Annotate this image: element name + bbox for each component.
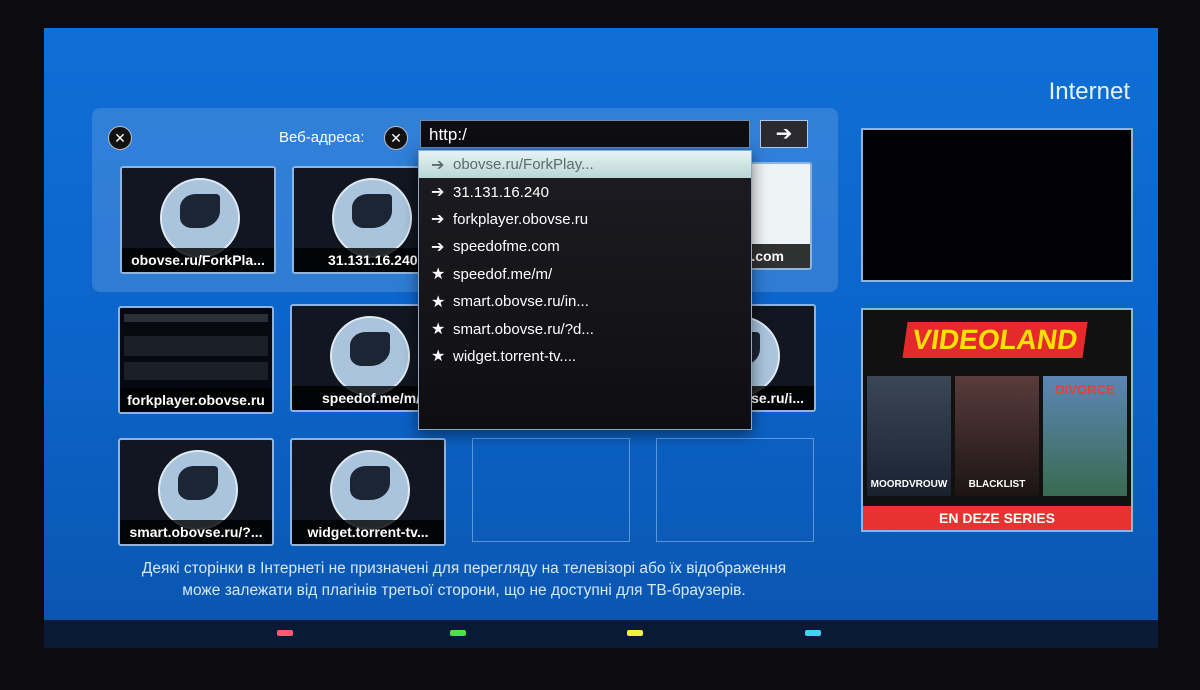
url-input[interactable]: http:/ [420,120,750,148]
tv-screen: Internet ✕ Веб-адреса: ✕ http:/ ➔ obovse… [44,28,1158,648]
suggestion-item[interactable]: ★ smart.obovse.ru/in... [419,288,751,315]
arrow-right-icon: ➔ [775,123,793,145]
arrow-right-icon: ➔ [431,238,445,256]
suggestion-label: smart.obovse.ru/?d... [453,320,594,338]
clear-url-button[interactable]: ✕ [384,126,408,150]
bookmark-tile[interactable]: obovse.ru/ForkPla... [120,166,276,274]
tile-label: widget.torrent-tv... [292,520,444,544]
promo-videoland[interactable]: VIDEOLAND MOORDVROUW BLACKLIST DIVORCE E… [861,308,1133,532]
star-icon: ★ [431,348,446,366]
globe-icon [330,316,410,396]
arrow-right-icon: ➔ [431,184,445,202]
url-label: Веб-адреса: [279,129,365,146]
series-poster[interactable]: BLACKLIST [955,376,1039,496]
disclaimer-text: Деякі сторінки в Інтернеті не призначені… [141,560,787,599]
promo-banner: EN DEZE SERIES [863,506,1131,530]
close-icon[interactable]: ✕ [108,126,132,150]
suggestion-item[interactable]: ➔ speedofme.com [419,233,751,260]
suggestion-item[interactable]: ➔ obovse.ru/ForkPlay... [419,151,751,179]
suggestion-label: speedofme.com [453,238,560,256]
blue-key[interactable] [805,630,821,636]
globe-icon [332,178,412,258]
color-keys-bar [44,620,1158,648]
empty-bookmark-slot[interactable] [472,438,630,542]
tv-preview[interactable] [861,128,1133,282]
suggestion-label: forkplayer.obovse.ru [453,210,589,228]
arrow-right-icon: ➔ [431,156,445,174]
go-button[interactable]: ➔ [760,120,808,148]
suggestion-item[interactable]: ➔ 31.131.16.240 [419,178,751,205]
bookmark-tile[interactable]: smart.obovse.ru/?... [118,438,274,546]
suggestion-item[interactable]: ➔ forkplayer.obovse.ru [419,206,751,233]
bookmark-tile[interactable]: forkplayer.obovse.ru [118,306,274,414]
suggestion-label: obovse.ru/ForkPlay... [453,156,594,174]
globe-icon [330,450,410,530]
globe-icon [158,450,238,530]
green-key[interactable] [450,630,466,636]
suggestion-item[interactable]: ★ speedof.me/m/ [419,261,751,288]
suggestion-label: widget.torrent-tv.... [453,347,577,365]
star-icon: ★ [431,266,446,284]
tile-label: obovse.ru/ForkPla... [122,248,274,272]
star-icon: ★ [431,293,446,311]
videoland-logo: VIDEOLAND [902,322,1088,358]
page-title: Internet [1048,78,1130,105]
series-poster[interactable]: DIVORCE [1043,376,1127,496]
tile-label: forkplayer.obovse.ru [120,388,272,412]
suggestion-item[interactable]: ★ smart.obovse.ru/?d... [419,315,751,342]
bookmark-tile[interactable]: widget.torrent-tv... [290,438,446,546]
yellow-key[interactable] [627,630,643,636]
url-suggestions-dropdown: ➔ obovse.ru/ForkPlay... ➔ 31.131.16.240 ➔ f… [418,150,752,430]
suggestion-label: speedof.me/m/ [453,265,553,283]
star-icon: ★ [431,321,446,339]
suggestion-item[interactable]: ★ widget.torrent-tv.... [419,343,751,370]
empty-bookmark-slot[interactable] [656,438,814,542]
arrow-right-icon: ➔ [431,211,445,229]
suggestion-label: 31.131.16.240 [453,183,549,201]
suggestion-label: smart.obovse.ru/in... [453,293,589,311]
series-poster[interactable]: MOORDVROUW [867,376,951,496]
tile-label: smart.obovse.ru/?... [120,520,272,544]
globe-icon [160,178,240,258]
red-key[interactable] [277,630,293,636]
